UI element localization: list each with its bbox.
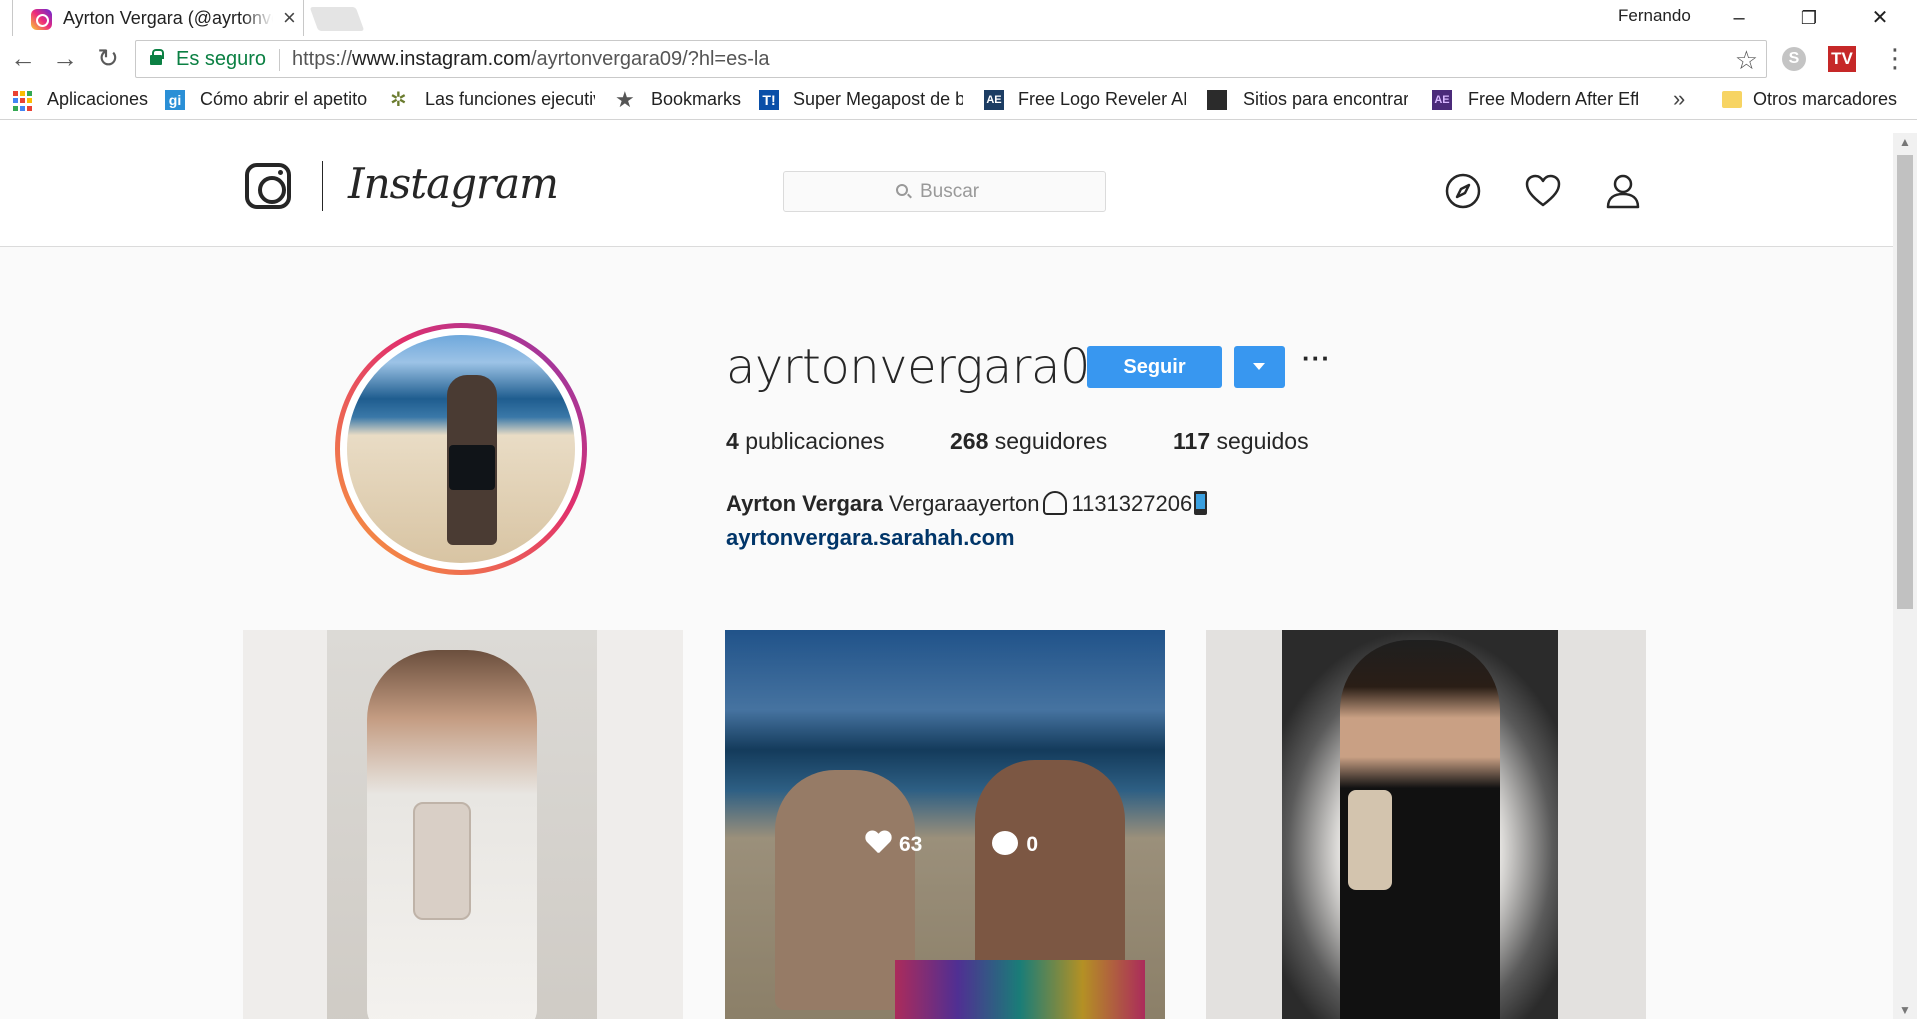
scroll-thumb[interactable] xyxy=(1897,155,1913,609)
back-arrow-icon[interactable]: ← xyxy=(7,42,39,74)
reload-icon[interactable]: ↻ xyxy=(92,42,124,74)
comments-bubble-icon xyxy=(992,831,1019,855)
bookmarks-overflow-chevron-icon[interactable]: » xyxy=(1673,86,1685,112)
browser-toolbar: ← → ↻ Es seguro https://www.instagram.co… xyxy=(0,36,1917,80)
address-bar[interactable]: Es seguro https://www.instagram.com/ayrt… xyxy=(135,40,1767,78)
follow-button[interactable]: Seguir xyxy=(1087,346,1222,388)
stat-following[interactable]: 117 seguidos xyxy=(1173,428,1309,455)
search-icon xyxy=(896,184,908,196)
scroll-down-arrow-icon[interactable]: ▼ xyxy=(1899,1003,1911,1017)
bookmark-logo-reveler[interactable]: Free Logo Reveler AE xyxy=(1018,89,1186,110)
post-overlay-stats: 63 0 xyxy=(865,831,1038,857)
gi-icon: gi xyxy=(165,90,185,110)
profile-user-icon[interactable] xyxy=(1603,171,1643,211)
avatar-photo xyxy=(347,335,575,563)
profile-username: ayrtonvergara09 xyxy=(726,339,1120,395)
bookmark-megapost[interactable]: Super Megapost de b xyxy=(793,89,963,110)
bio-text: Vergaraayerton xyxy=(889,491,1040,516)
post-1-photo xyxy=(327,630,597,1019)
taringa-icon: T! xyxy=(759,90,779,110)
instagram-nav: Instagram xyxy=(0,133,1893,247)
full-name: Ayrton Vergara xyxy=(726,491,883,516)
site-icon xyxy=(1207,90,1227,110)
avatar-figure xyxy=(447,375,497,545)
bookmark-bookmarks[interactable]: Bookmarks xyxy=(651,89,751,110)
bookmark-other[interactable]: Otros marcadores xyxy=(1753,89,1903,110)
post-1-phone xyxy=(413,802,471,920)
bookmark-aplicaciones[interactable]: Aplicaciones xyxy=(47,89,152,110)
suggestions-dropdown-button[interactable] xyxy=(1234,346,1285,388)
following-label: seguidos xyxy=(1216,428,1309,454)
stat-followers[interactable]: 268 seguidores xyxy=(950,428,1107,455)
logo-divider xyxy=(322,161,323,211)
bookmarks-bar: Aplicaciones gi Cómo abrir el apetito ✲ … xyxy=(0,80,1917,120)
stat-posts: 4 publicaciones xyxy=(726,428,885,455)
secure-label[interactable]: Es seguro xyxy=(176,48,266,71)
followers-label: seguidores xyxy=(994,428,1108,454)
url-text[interactable]: https://www.instagram.com/ayrtonvergara0… xyxy=(292,48,769,71)
post-hover-overlay xyxy=(725,630,1165,1019)
bookmark-apetito[interactable]: Cómo abrir el apetito xyxy=(200,89,370,110)
tab-close-icon[interactable]: × xyxy=(283,5,296,31)
bookmark-funciones[interactable]: Las funciones ejecutivas xyxy=(425,89,595,110)
skype-extension-icon[interactable]: S xyxy=(1782,47,1806,71)
posts-count: 4 xyxy=(726,428,739,454)
lock-icon[interactable] xyxy=(150,49,164,65)
butterfly-icon: ✲ xyxy=(390,89,407,111)
browser-tabstrip: Ayrton Vergara (@ayrtonvergara09) × Fern… xyxy=(0,0,1917,36)
post-thumbnail-2[interactable]: 63 0 xyxy=(725,630,1165,1019)
instagram-glyph-icon[interactable] xyxy=(245,163,291,209)
post-3-photo xyxy=(1282,630,1558,1019)
posts-label: publicaciones xyxy=(745,428,885,454)
following-count: 117 xyxy=(1173,428,1211,454)
apps-grid-icon xyxy=(13,91,33,111)
instagram-page: Instagram ayrtonvergara09 Seguir ··· 4 p… xyxy=(0,133,1893,1019)
bookmark-sitios[interactable]: Sitios para encontrar xyxy=(1243,89,1408,110)
post-3-phone xyxy=(1348,790,1392,890)
restore-button[interactable]: ❐ xyxy=(1786,4,1832,32)
followers-count: 268 xyxy=(950,428,989,454)
folder-icon xyxy=(1722,91,1742,108)
instagram-wordmark[interactable]: Instagram xyxy=(348,159,559,208)
post-likes-count: 63 xyxy=(899,833,923,856)
browser-menu-icon[interactable]: ⋮ xyxy=(1882,44,1908,72)
bio-phone: 1131327206 xyxy=(1071,491,1193,516)
ae-purple-icon: AE xyxy=(1432,90,1452,110)
browser-profile-name[interactable]: Fernando xyxy=(1618,6,1691,26)
tv-extension-icon[interactable]: TV xyxy=(1828,46,1856,72)
forward-arrow-icon[interactable]: → xyxy=(49,42,81,74)
profile-avatar[interactable] xyxy=(335,323,587,575)
post-comments-count: 0 xyxy=(1026,833,1039,856)
likes-heart-icon xyxy=(865,831,891,855)
activity-heart-icon[interactable] xyxy=(1523,171,1563,211)
profile-bio: Ayrton Vergara Vergaraayerton 1131327206 xyxy=(726,491,1208,517)
profile-website-link[interactable]: ayrtonvergara.sarahah.com xyxy=(726,525,1015,551)
url-path: /ayrtonvergara09/?hl=es-la xyxy=(530,48,770,70)
post-thumbnail-1[interactable] xyxy=(243,630,683,1019)
page-scrollbar[interactable]: ▲ ▼ xyxy=(1893,133,1917,1019)
avatar-inner xyxy=(340,328,582,570)
explore-compass-icon[interactable] xyxy=(1443,171,1483,211)
url-host: www.instagram.com xyxy=(352,48,531,70)
url-scheme: https:// xyxy=(292,48,353,70)
ghost-emoji-icon xyxy=(1043,491,1068,515)
search-input[interactable] xyxy=(920,181,1090,203)
phone-emoji-icon xyxy=(1194,491,1208,515)
more-options-icon[interactable]: ··· xyxy=(1302,343,1331,374)
close-window-button[interactable]: ✕ xyxy=(1857,4,1903,32)
bookmark-modern-ae[interactable]: Free Modern After Effects xyxy=(1468,89,1638,110)
scroll-up-arrow-icon[interactable]: ▲ xyxy=(1899,135,1911,149)
star-bookmark-icon: ★ xyxy=(615,87,635,112)
ae-icon: AE xyxy=(984,90,1004,110)
post-thumbnail-3[interactable] xyxy=(1206,630,1646,1019)
omnibox-divider xyxy=(279,49,280,71)
bookmark-star-icon[interactable]: ☆ xyxy=(1735,45,1758,76)
tab-title: Ayrton Vergara (@ayrtonvergara09) xyxy=(63,8,273,29)
browser-tab[interactable]: Ayrton Vergara (@ayrtonvergara09) × xyxy=(12,0,304,36)
search-box[interactable] xyxy=(783,171,1106,212)
instagram-favicon-icon xyxy=(31,9,52,30)
minimize-button[interactable]: – xyxy=(1716,4,1762,32)
new-tab-button[interactable] xyxy=(309,7,365,31)
